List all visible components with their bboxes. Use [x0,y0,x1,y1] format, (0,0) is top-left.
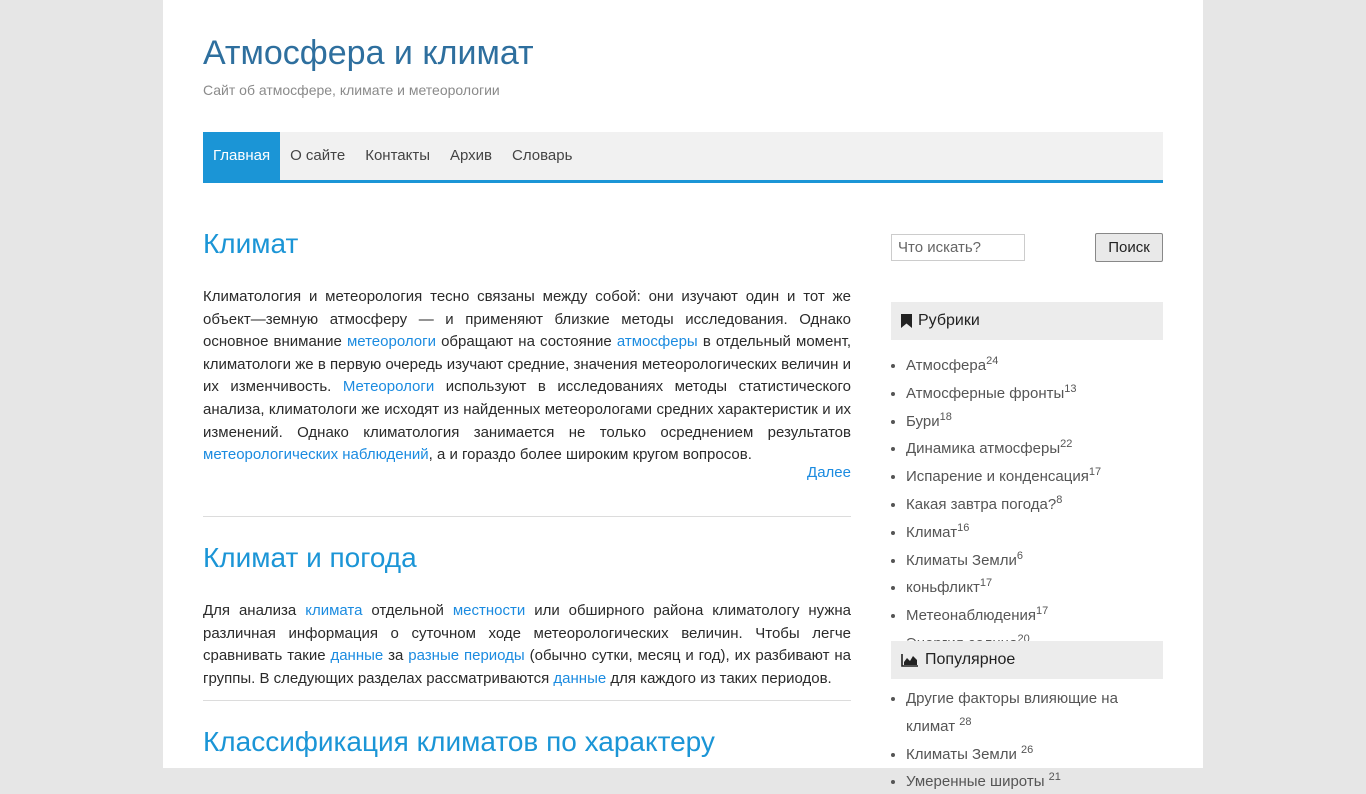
list-item-link[interactable]: коньфликт [906,579,980,596]
list-item: Климаты Земли6 [906,545,1178,573]
list-item: Испарение и конденсация17 [906,461,1178,489]
paragraph-text: обращают на состояние [435,333,617,351]
page: Атмосфера и климат Сайт об атмосфере, кл… [163,0,1203,790]
post-title[interactable]: Классификация климатов по характеру [203,726,715,758]
list-item: Атмосферные фронты13 [906,378,1178,406]
list-item-link[interactable]: Какая завтра погода? [906,496,1056,513]
post-count: 21 [1048,771,1061,784]
post-count: 17 [1088,466,1102,479]
post-count: 17 [1036,605,1049,618]
list-item-link[interactable]: Атмосфера [906,357,986,374]
area-chart-icon [901,653,919,667]
list-item-link[interactable]: Климат [906,524,957,541]
post-count: 8 [1056,493,1063,506]
post-divider [203,700,851,701]
list-item-link[interactable]: Бури [906,413,940,430]
nav-item-home[interactable]: Главная [203,132,281,180]
post-count: 13 [1064,382,1077,395]
list-item-link[interactable]: Умеренные широты [906,773,1044,790]
post-count: 28 [959,715,972,728]
list-item: Другие факторы влияющие на климат 28 [906,688,1163,739]
paragraph-text: для каждого из таких периодов. [606,669,832,687]
post-count: 6 [1016,549,1023,562]
list-item: Какая завтра погода?8 [906,489,1178,517]
post-count: 16 [957,521,970,534]
nav-item-archive[interactable]: Архив [440,132,502,180]
list-item-link[interactable]: Атмосферные фронты [906,385,1064,402]
inline-link[interactable]: местности [453,602,525,619]
post-count: 18 [939,410,952,423]
site-title[interactable]: Атмосфера и климат [203,34,534,73]
post-divider [203,516,851,517]
read-more-link[interactable]: Далее [807,464,851,481]
list-item-link[interactable]: Другие факторы влияющие на климат [906,690,1118,735]
inline-link[interactable]: Метеорологи [343,378,434,395]
post-excerpt: Климатология и метеорология тесно связан… [203,286,851,467]
nav-item-dictionary[interactable]: Словарь [502,132,582,180]
list-item-link[interactable]: Климаты Земли [906,746,1017,763]
popular-widget-header: Популярное [891,641,1163,679]
list-item-link[interactable]: Динамика атмосферы [906,440,1060,457]
categories-widget-header: Рубрики [891,302,1163,340]
post-count: 26 [1021,743,1034,756]
inline-link[interactable]: метеорологических наблюдений [203,446,429,463]
list-item: Умеренные широты 21 [906,766,1163,794]
post-title[interactable]: Климат [203,228,298,260]
inline-link[interactable]: атмосферы [617,333,698,350]
inline-link[interactable]: климата [305,602,362,619]
paragraph-text: Для анализа [203,602,306,619]
paragraph-text: , а и гораздо более широким кругом вопро… [428,446,752,464]
list-item-link[interactable]: Метеонаблюдения [906,607,1036,624]
list-item-link[interactable]: Испарение и конденсация [906,468,1089,485]
inline-link[interactable]: разные периоды [408,647,524,664]
list-item: Динамика атмосферы22 [906,433,1178,461]
post-count: 17 [979,577,993,590]
paragraph-text: за [383,647,409,665]
post-count: 22 [1060,438,1073,451]
inline-link[interactable]: данные [330,647,383,664]
main-nav: Главная О сайте Контакты Архив Словарь [203,132,1163,183]
categories-list: Атмосфера24Атмосферные фронты13Бури18Дин… [891,350,1178,656]
popular-list: Другие факторы влияющие на климат 28Клим… [891,688,1163,794]
nav-item-about[interactable]: О сайте [280,132,355,180]
post-count: 24 [986,355,999,367]
inline-link[interactable]: данные [553,670,606,687]
site-description: Сайт об атмосфере, климате и метеорологи… [203,82,500,98]
list-item: Метеонаблюдения17 [906,600,1178,628]
categories-title: Рубрики [918,312,980,329]
popular-title: Популярное [925,651,1016,668]
list-item: Бури18 [906,406,1178,434]
paragraph-text: отдельной [362,602,453,619]
bookmark-icon [901,314,912,328]
list-item: Климат16 [906,517,1178,545]
search-input[interactable] [891,234,1025,261]
list-item: Климаты Земли 26 [906,739,1163,767]
list-item: Атмосфера24 [906,350,1178,378]
post-title[interactable]: Климат и погода [203,542,417,574]
post-excerpt: Для анализа климата отдельной местности … [203,600,851,690]
list-item-link[interactable]: Климаты Земли [906,552,1017,569]
inline-link[interactable]: метеорологи [347,333,436,350]
search-button[interactable]: Поиск [1095,233,1163,262]
list-item: коньфликт17 [906,572,1178,600]
nav-item-contacts[interactable]: Контакты [355,132,440,180]
